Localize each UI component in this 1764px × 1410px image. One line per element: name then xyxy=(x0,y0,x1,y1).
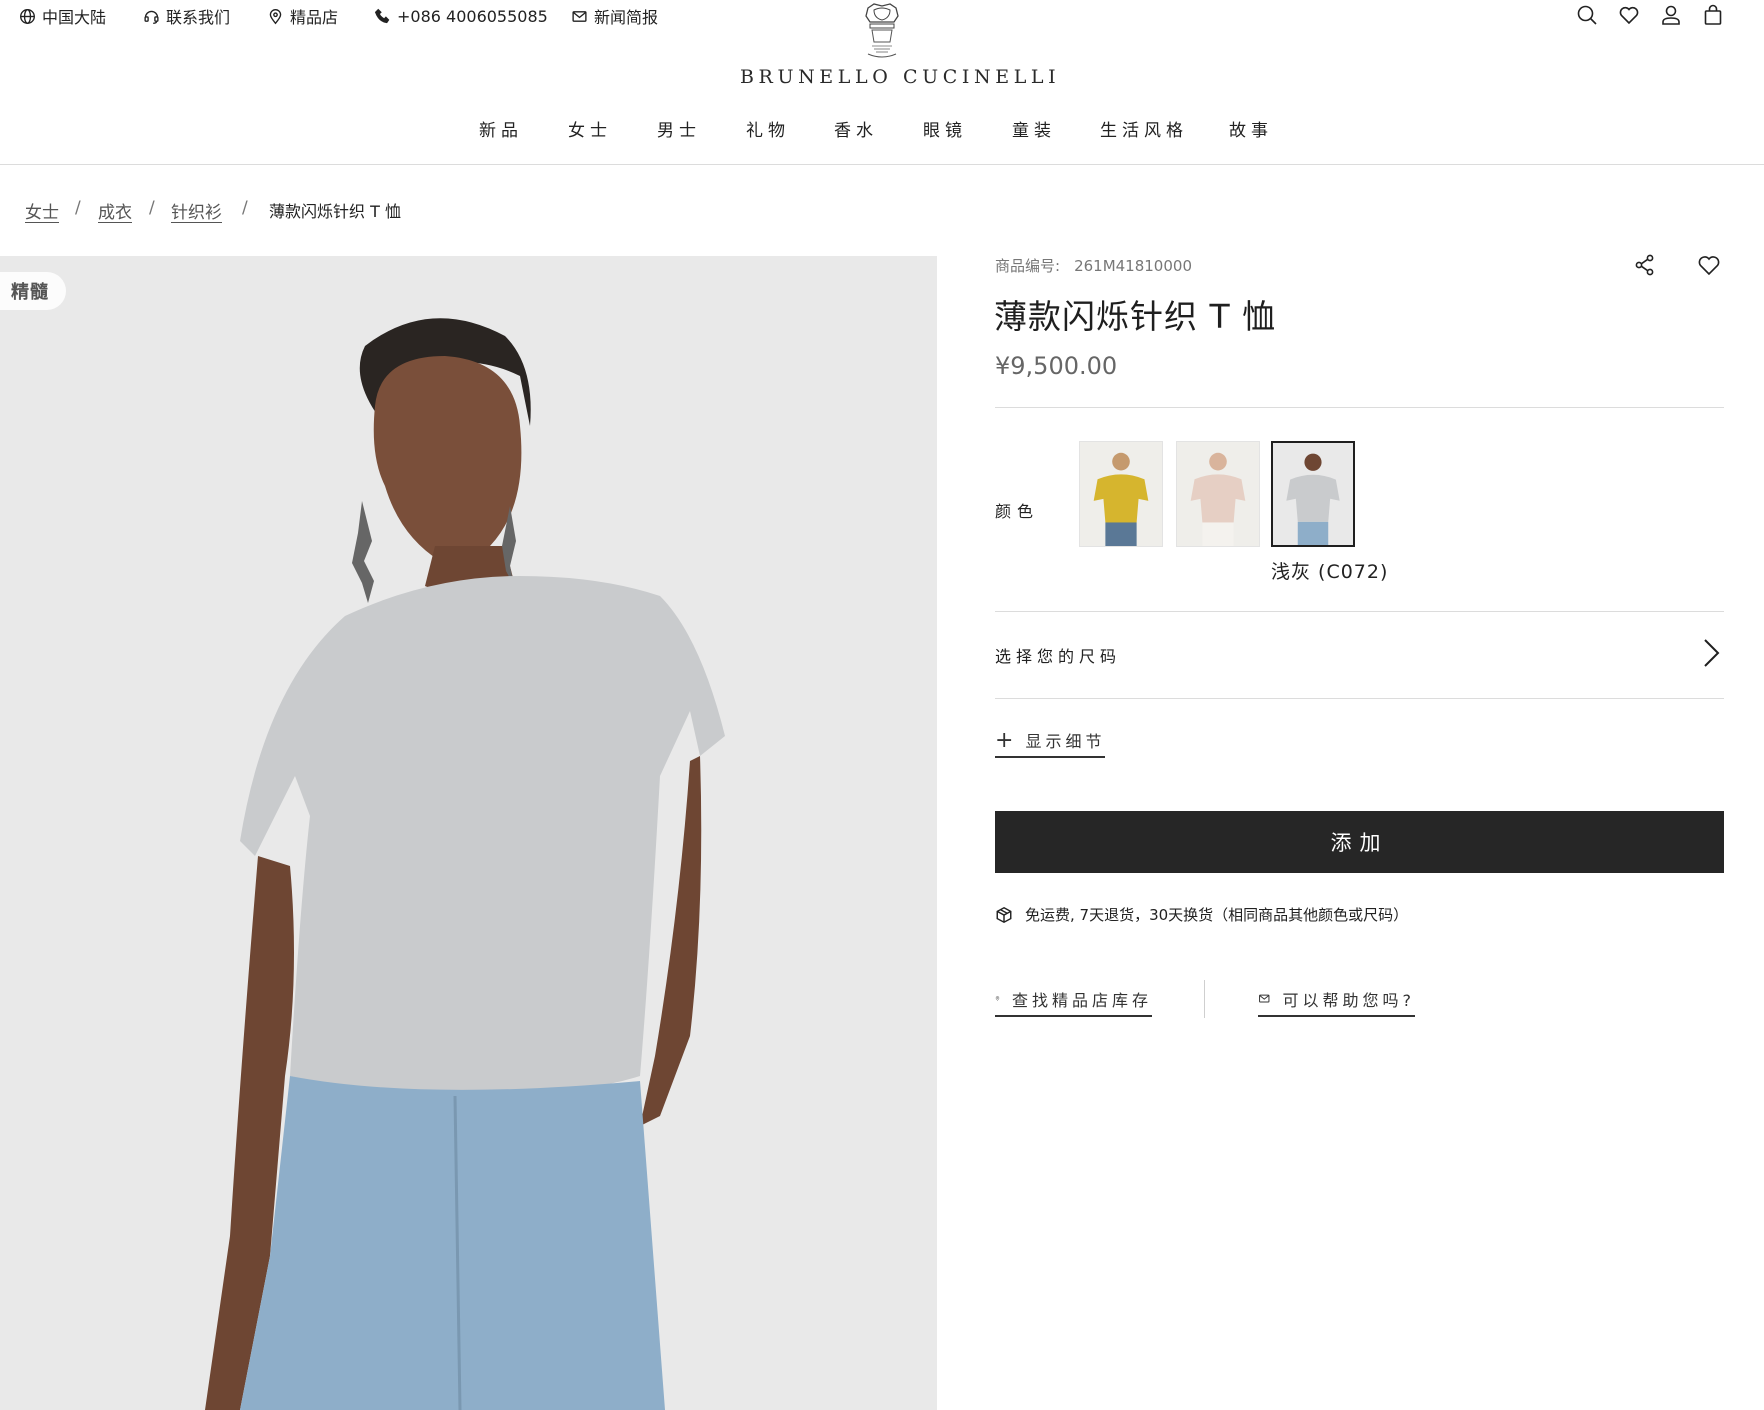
selected-color-name: 浅灰 (C072) xyxy=(1271,561,1389,583)
swatch-thumbnail xyxy=(1177,442,1259,546)
help-label: 可以帮助您吗? xyxy=(1282,990,1415,1010)
location-pin-icon xyxy=(995,996,1000,1001)
product-price: ¥9,500.00 xyxy=(995,352,1118,380)
share-icon xyxy=(1635,254,1654,276)
breadcrumb-current: 薄款闪烁针织 T 恤 xyxy=(269,202,401,221)
header-divider xyxy=(0,164,1764,165)
color-label: 颜色 xyxy=(995,502,1040,521)
region-label: 中国大陆 xyxy=(42,8,107,27)
location-pin-icon xyxy=(269,8,282,24)
header-actions xyxy=(1564,4,1764,30)
sku-value: 261M41810000 xyxy=(1074,257,1192,275)
nav-item-men[interactable]: 男士 xyxy=(657,116,701,141)
color-swatch-yellow[interactable] xyxy=(1079,441,1163,547)
chevron-right-icon xyxy=(1698,636,1724,674)
size-selector[interactable]: 选择您的尺码 xyxy=(995,612,1724,698)
nav-item-eyewear[interactable]: 眼镜 xyxy=(923,116,967,141)
region-selector[interactable]: 中国大陆 xyxy=(19,5,106,27)
color-swatch-pink[interactable] xyxy=(1176,441,1260,547)
add-to-wishlist-button[interactable] xyxy=(1697,253,1721,277)
find-store-stock-link[interactable]: 查找精品店库存 xyxy=(995,985,1152,1017)
divider xyxy=(995,407,1724,408)
shipping-note-text: 免运费, 7天退货，30天换货（相同商品其他颜色或尺码） xyxy=(1025,906,1409,924)
nav-item-fragrance[interactable]: 香水 xyxy=(834,116,878,141)
user-icon xyxy=(1662,5,1680,25)
phone-link[interactable]: +086 4006055085 xyxy=(374,5,548,27)
essentials-badge: 精髓 xyxy=(0,272,66,310)
link-separator xyxy=(1204,980,1205,1018)
show-details-toggle[interactable]: + 显示细节 xyxy=(995,727,1106,758)
nav-item-new[interactable]: 新品 xyxy=(479,116,523,141)
add-to-cart-button[interactable]: 添加 xyxy=(995,811,1724,873)
wishlist-button[interactable] xyxy=(1618,4,1642,28)
product-image[interactable] xyxy=(0,256,937,1410)
model-photo xyxy=(0,256,937,1410)
shopping-bag-icon xyxy=(1704,4,1722,25)
newsletter-label: 新闻简报 xyxy=(594,8,659,27)
phone-icon xyxy=(374,8,390,23)
product-title: 薄款闪烁针织 T 恤 xyxy=(994,297,1277,336)
swatch-thumbnail xyxy=(1080,442,1162,546)
heart-icon xyxy=(1619,6,1639,25)
find-store-stock-label: 查找精品店库存 xyxy=(1011,990,1152,1010)
breadcrumb-ready-to-wear[interactable]: 成衣 xyxy=(98,198,132,223)
divider xyxy=(995,698,1724,699)
size-label: 选择您的尺码 xyxy=(995,647,1122,666)
help-link[interactable]: 可以帮助您吗? xyxy=(1258,985,1415,1017)
headset-icon xyxy=(144,10,159,24)
search-icon xyxy=(1577,5,1597,25)
breadcrumb-knitwear[interactable]: 针织衫 xyxy=(171,198,222,223)
breadcrumb-separator: / xyxy=(75,198,81,218)
newsletter-link[interactable]: 新闻简报 xyxy=(571,5,658,27)
nav-item-lifestyle[interactable]: 生活风格 xyxy=(1100,116,1188,141)
breadcrumb-women[interactable]: 女士 xyxy=(25,198,59,223)
brand-crest[interactable] xyxy=(860,2,904,60)
cart-button[interactable] xyxy=(1702,4,1726,28)
nav-item-gifts[interactable]: 礼物 xyxy=(746,116,790,141)
mail-icon xyxy=(1259,994,1270,1003)
brand-wordmark[interactable]: BRUNELLO CUCINELLI xyxy=(740,66,1056,88)
sku-label: 商品编号: xyxy=(995,257,1061,275)
search-button[interactable] xyxy=(1576,4,1600,28)
color-swatch-light-grey[interactable] xyxy=(1271,441,1355,547)
heart-icon xyxy=(1698,256,1720,276)
breadcrumb-separator: / xyxy=(242,198,248,218)
breadcrumb-separator: / xyxy=(149,198,155,218)
nav-item-stories[interactable]: 故事 xyxy=(1229,116,1273,141)
share-button[interactable] xyxy=(1633,253,1657,277)
shipping-note: 免运费, 7天退货，30天换货（相同商品其他颜色或尺码） xyxy=(995,904,1408,925)
nav-item-women[interactable]: 女士 xyxy=(568,116,612,141)
package-icon xyxy=(996,906,1012,923)
show-details-label: 显示细节 xyxy=(1025,732,1106,751)
nav-item-kids[interactable]: 童装 xyxy=(1012,116,1056,141)
contact-link[interactable]: 联系我们 xyxy=(143,5,230,27)
contact-label: 联系我们 xyxy=(166,8,231,27)
swatch-thumbnail xyxy=(1273,443,1353,545)
mail-icon xyxy=(572,10,587,22)
globe-icon xyxy=(20,8,35,24)
phone-number: +086 4006055085 xyxy=(397,6,548,26)
sku-line: 商品编号: 261M41810000 xyxy=(995,255,1192,276)
crest-logo-icon xyxy=(865,3,899,58)
boutiques-link[interactable]: 精品店 xyxy=(267,5,338,27)
main-nav: 新品 女士 男士 礼物 香水 眼镜 童装 生活风格 故事 xyxy=(0,116,1764,146)
plus-icon: + xyxy=(995,727,1014,753)
account-button[interactable] xyxy=(1660,4,1684,28)
boutiques-label: 精品店 xyxy=(290,8,339,27)
